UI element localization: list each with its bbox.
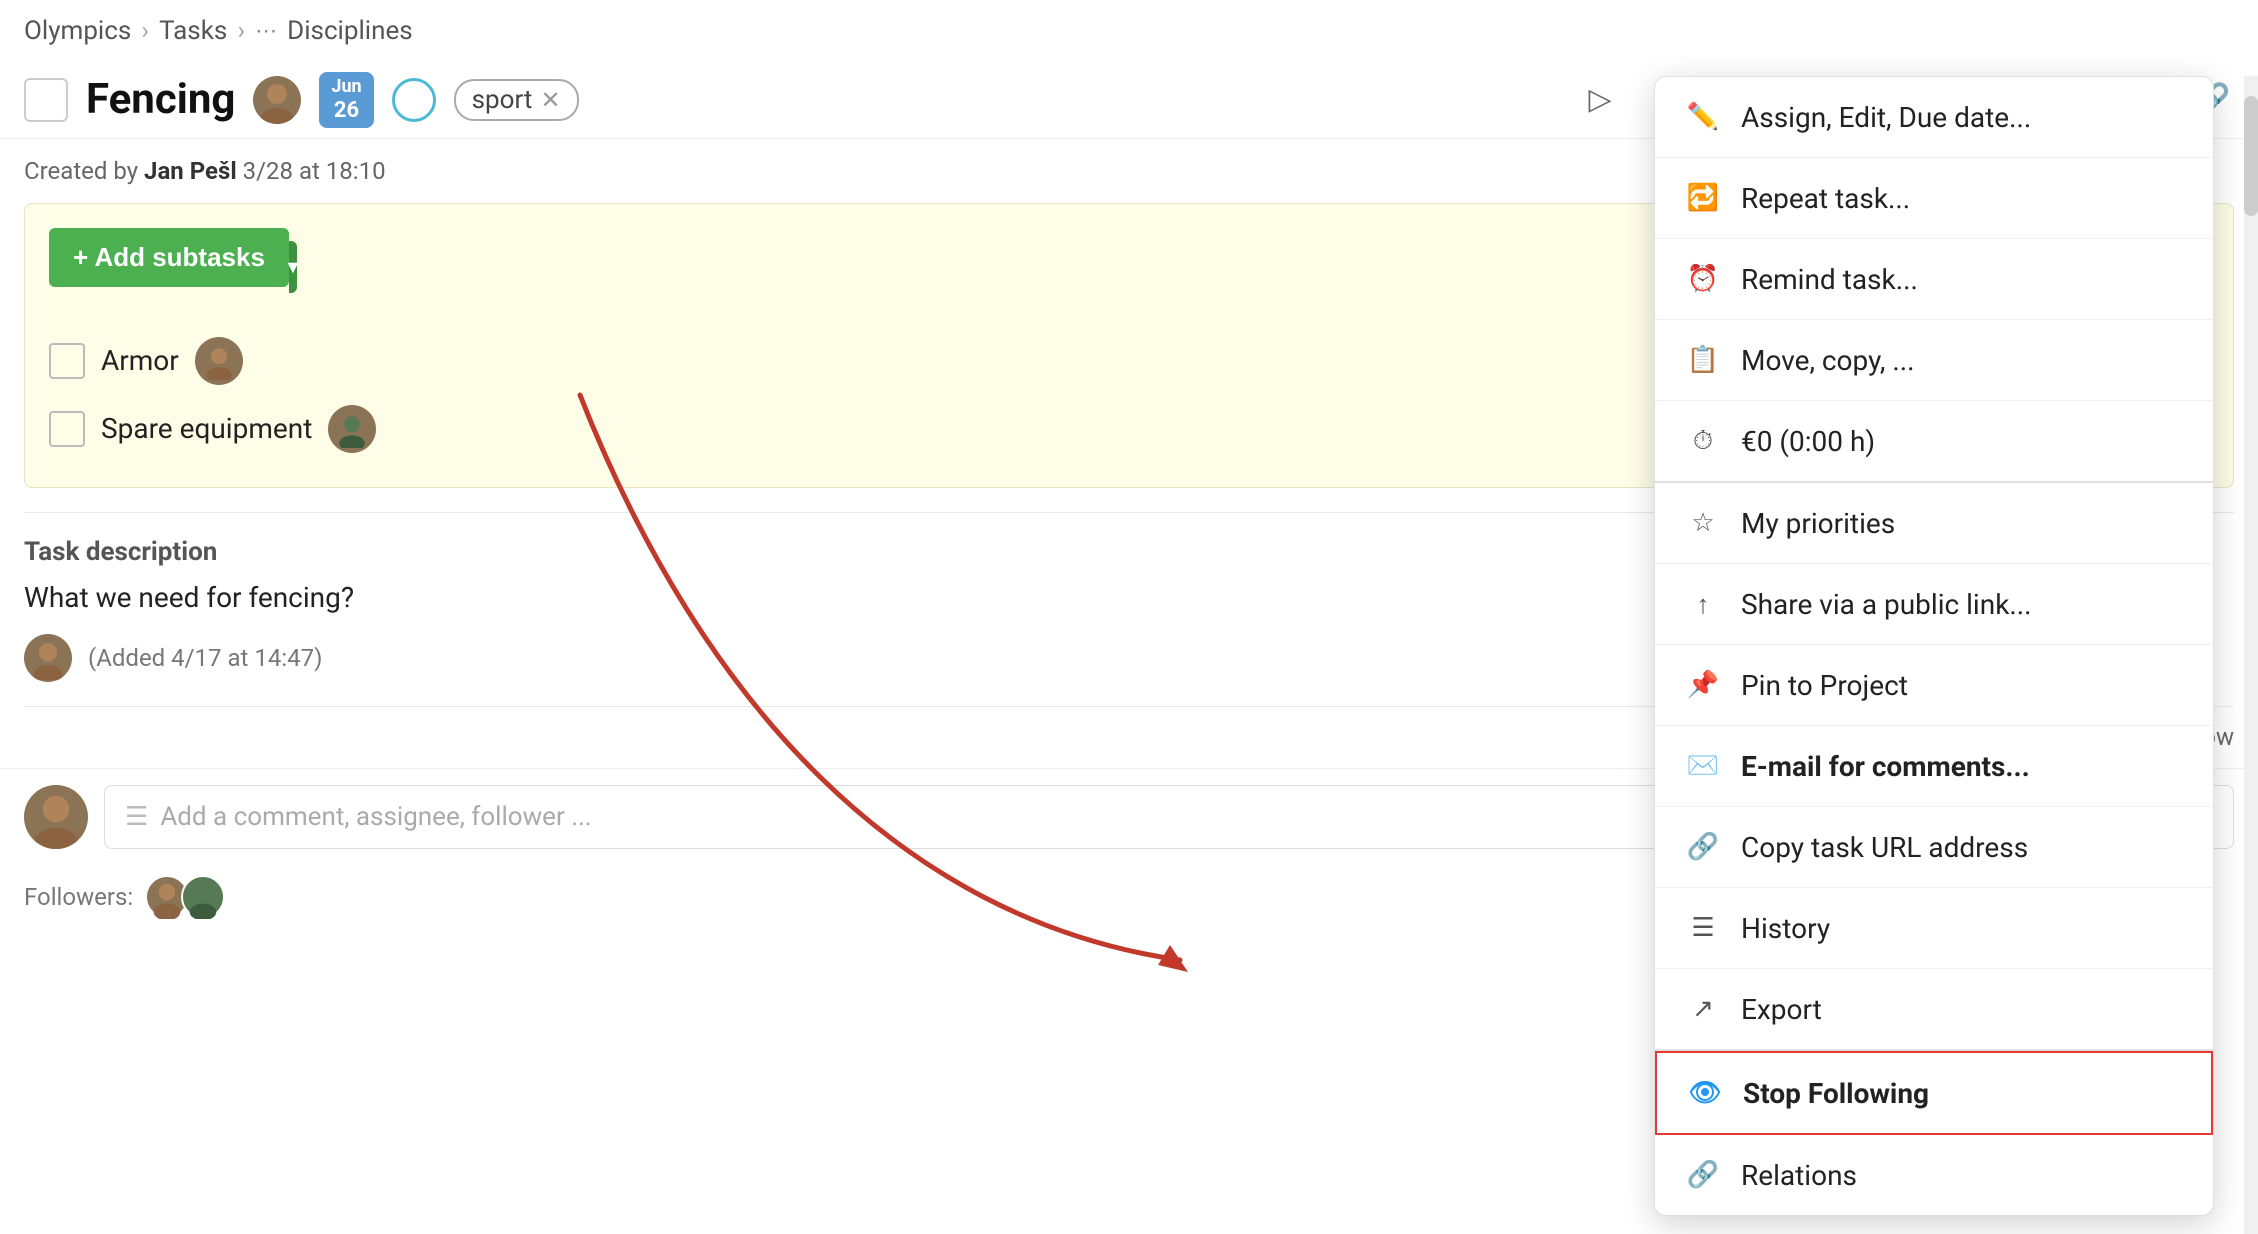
menu-item-copy-url-label: Copy task URL address: [1741, 831, 2028, 864]
repeat-icon: 🔁: [1685, 180, 1721, 216]
commenter-avatar: [24, 634, 72, 682]
task-checkbox[interactable]: [24, 78, 68, 122]
menu-item-history-label: History: [1741, 912, 1830, 945]
subtask-armor-checkbox[interactable]: [49, 343, 85, 379]
menu-item-history[interactable]: ☰ History: [1655, 888, 2213, 969]
following-eye-icon: 👁: [1687, 1075, 1723, 1111]
follower-avatar-2: [181, 875, 225, 919]
menu-item-pin-label: Pin to Project: [1741, 669, 1908, 702]
menu-item-email-label: E-mail for comments...: [1741, 750, 2030, 783]
status-circle[interactable]: [392, 78, 436, 122]
share-icon: ↑: [1685, 586, 1721, 622]
menu-item-repeat[interactable]: 🔁 Repeat task...: [1655, 158, 2213, 239]
menu-item-move[interactable]: 📋 Move, copy, ...: [1655, 320, 2213, 401]
menu-item-time-label: €0 (0:00 h): [1741, 425, 1875, 458]
task-title: Fencing: [86, 75, 235, 124]
menu-item-copy-url[interactable]: 🔗 Copy task URL address: [1655, 807, 2213, 888]
menu-item-priorities-label: My priorities: [1741, 507, 1895, 540]
menu-item-remind[interactable]: ⏰ Remind task...: [1655, 239, 2213, 320]
menu-item-share[interactable]: ↑ Share via a public link...: [1655, 564, 2213, 645]
menu-item-relations-label: Relations: [1741, 1159, 1857, 1192]
star-menu-icon: ☆: [1685, 505, 1721, 541]
comment-added-text: (Added 4/17 at 14:47): [88, 644, 322, 672]
subtask-armor-label: Armor: [101, 344, 179, 377]
menu-item-export[interactable]: ↗ Export: [1655, 969, 2213, 1051]
creator-name: Jan Pešl: [144, 157, 237, 185]
followers-label: Followers:: [24, 883, 133, 911]
add-subtasks-button[interactable]: + Add subtasks: [49, 228, 289, 287]
user-avatar: [24, 785, 88, 849]
menu-item-share-label: Share via a public link...: [1741, 588, 2032, 621]
menu-item-priorities[interactable]: ☆ My priorities: [1655, 483, 2213, 564]
play-icon[interactable]: ▷: [1578, 78, 1622, 122]
subtask-spare-avatar: [328, 405, 376, 453]
context-menu: ✏️ Assign, Edit, Due date... 🔁 Repeat ta…: [1654, 76, 2214, 1216]
created-at: 3/28 at 18:10: [243, 157, 386, 185]
menu-item-pin[interactable]: 📌 Pin to Project: [1655, 645, 2213, 726]
menu-item-assign[interactable]: ✏️ Assign, Edit, Due date...: [1655, 77, 2213, 158]
email-icon: ✉️: [1685, 748, 1721, 784]
subtask-spare-checkbox[interactable]: [49, 411, 85, 447]
breadcrumb-dots[interactable]: ⋯: [255, 19, 277, 44]
breadcrumb-sep-2: ›: [237, 16, 245, 46]
comment-placeholder: Add a comment, assignee, follower ...: [160, 802, 591, 832]
follower-avatars: [145, 875, 225, 919]
menu-item-stop-following[interactable]: 👁 Stop Following: [1655, 1051, 2213, 1135]
tag-remove-icon[interactable]: ✕: [540, 86, 560, 114]
add-subtasks-dropdown[interactable]: ▼: [289, 241, 297, 293]
breadcrumb-olympics[interactable]: Olympics: [24, 16, 131, 46]
scrollbar-thumb[interactable]: [2244, 96, 2258, 216]
subtask-spare-label: Spare equipment: [101, 412, 312, 445]
assign-icon: ✏️: [1685, 99, 1721, 135]
menu-item-time[interactable]: ⏱ €0 (0:00 h): [1655, 401, 2213, 483]
history-icon: ☰: [1685, 910, 1721, 946]
remind-icon: ⏰: [1685, 261, 1721, 297]
menu-item-repeat-label: Repeat task...: [1741, 182, 1910, 215]
export-icon: ↗: [1685, 991, 1721, 1027]
tag-label: sport: [472, 85, 533, 115]
breadcrumb: Olympics › Tasks › ⋯ Disciplines: [0, 0, 2258, 62]
move-icon: 📋: [1685, 342, 1721, 378]
menu-item-stop-following-label: Stop Following: [1743, 1077, 1929, 1110]
scrollbar-track[interactable]: [2244, 76, 2258, 1234]
copy-url-icon: 🔗: [1685, 829, 1721, 865]
pin-icon: 📌: [1685, 667, 1721, 703]
breadcrumb-disciplines: Disciplines: [287, 16, 413, 46]
menu-item-email[interactable]: ✉️ E-mail for comments...: [1655, 726, 2213, 807]
tag-badge[interactable]: sport ✕: [454, 79, 579, 121]
due-date-badge[interactable]: Jun 26: [319, 72, 373, 128]
comment-icon: ☰: [125, 802, 148, 832]
menu-item-relations[interactable]: 🔗 Relations: [1655, 1135, 2213, 1215]
task-assignee-avatar: [253, 76, 301, 124]
relations-icon: 🔗: [1685, 1157, 1721, 1193]
subtask-armor-avatar: [195, 337, 243, 385]
menu-item-assign-label: Assign, Edit, Due date...: [1741, 101, 2031, 134]
add-subtasks-label: + Add subtasks: [73, 242, 265, 273]
time-icon: ⏱: [1685, 423, 1721, 459]
menu-item-move-label: Move, copy, ...: [1741, 344, 1914, 377]
menu-item-export-label: Export: [1741, 993, 1822, 1026]
breadcrumb-tasks[interactable]: Tasks: [159, 16, 227, 46]
breadcrumb-sep-1: ›: [141, 16, 149, 46]
menu-item-remind-label: Remind task...: [1741, 263, 1918, 296]
